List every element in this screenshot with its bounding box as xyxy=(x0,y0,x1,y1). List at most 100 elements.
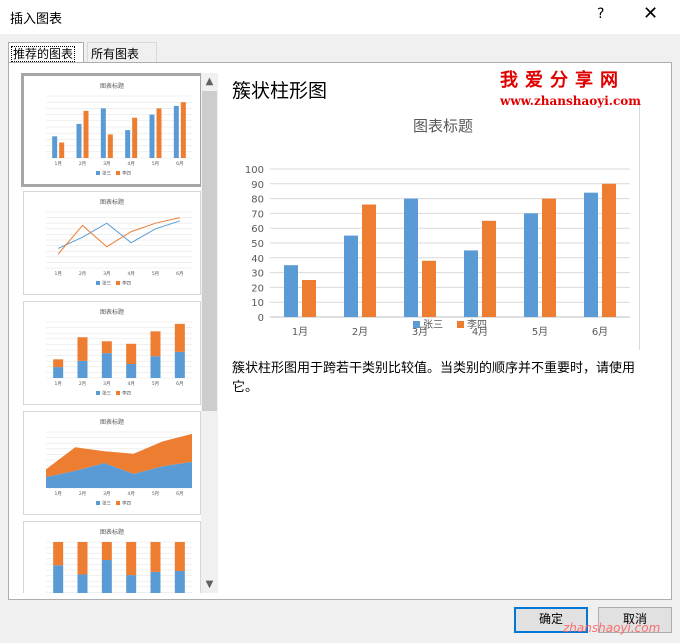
thumbnail-bar xyxy=(126,575,137,593)
thumbnail-bar xyxy=(53,542,64,566)
chart-description: 簇状柱形图用于跨若干类别比较值。当类别的顺序并不重要时，请使用它。 xyxy=(232,361,636,395)
x-tick-label: 5月 xyxy=(532,326,548,338)
bar xyxy=(344,235,358,317)
thumbnail-x-label: 5月 xyxy=(152,381,159,387)
y-tick-label: 70 xyxy=(251,209,264,220)
thumbnail-legend-swatch xyxy=(116,281,120,285)
watermark-url: www.zhanshaoyi.com xyxy=(500,94,641,108)
thumbnail-title: 图表标题 xyxy=(100,418,124,426)
y-tick-label: 10 xyxy=(251,298,264,309)
thumbnail-scrollbar[interactable]: ▲ ▼ xyxy=(201,73,218,593)
thumbnail-legend-swatch xyxy=(96,391,100,395)
thumbnail-x-label: 1月 xyxy=(54,381,61,387)
thumbnail-bar xyxy=(126,364,137,378)
bar xyxy=(524,213,538,317)
bar xyxy=(302,280,316,317)
thumbnail-x-label: 5月 xyxy=(152,491,159,497)
thumbnail-x-label: 5月 xyxy=(152,271,159,277)
thumbnail-bar xyxy=(126,542,137,576)
watermark-logo: 我爱分享网 xyxy=(500,70,625,91)
thumbnail-bar xyxy=(100,108,106,158)
thumbnail-x-label: 5月 xyxy=(152,161,159,167)
legend-swatch xyxy=(457,321,464,328)
thumbnail-chart: 图表标题 1月 2月 3月 4月 5月 6月张三 李四 xyxy=(46,82,192,177)
bar xyxy=(464,250,478,317)
content-panel: 图表标题 1月 2月 3月 4月 5月 6月 张三 李四 图表标题 1月 2月 3月 4月 5月 6月 张三李… xyxy=(8,62,672,600)
tab-recommended-charts[interactable]: 推荐的图表 xyxy=(8,42,84,62)
thumbnail-bar xyxy=(150,356,161,378)
scroll-up-icon[interactable]: ▲ xyxy=(201,73,218,90)
thumbnail-bar xyxy=(150,571,161,593)
thumbnail-legend-label: 张三 xyxy=(102,280,111,287)
thumbnail-bar xyxy=(53,565,64,593)
thumbnail-bar xyxy=(107,134,113,158)
scroll-down-icon[interactable]: ▼ xyxy=(201,576,218,593)
bar xyxy=(584,192,598,317)
y-tick-label: 0 xyxy=(258,313,264,324)
bar xyxy=(422,260,436,317)
bar xyxy=(602,183,616,317)
thumbnail-legend-swatch xyxy=(96,171,100,175)
thumbnail-bar xyxy=(174,351,185,378)
thumbnail-x-label: 6月 xyxy=(176,271,183,277)
thumbnail-bar xyxy=(173,105,179,158)
thumbnail-bar xyxy=(174,323,185,352)
thumbnail-line[interactable]: 图表标题 1月 2月 3月 4月 5月 6月 张三 李四 xyxy=(23,191,201,295)
thumbnail-bar xyxy=(101,560,112,593)
thumbnail-bar xyxy=(101,341,112,354)
title-bar: 插入图表 ? ✕ xyxy=(0,0,680,34)
thumbnail-x-label: 4月 xyxy=(127,271,134,277)
thumbnail-bar xyxy=(149,114,155,158)
thumbnail-clustered-column[interactable]: 图表标题 1月 2月 3月 4月 5月 6月 张三 李四 xyxy=(21,73,203,187)
thumbnail-bar xyxy=(76,123,82,158)
tab-all-charts[interactable]: 所有图表 xyxy=(87,42,157,62)
chart-type-heading: 簇状柱形图 xyxy=(232,80,328,102)
thumbnail-x-label: 3月 xyxy=(103,161,110,167)
thumbnail-legend-label: 李四 xyxy=(122,500,131,507)
thumbnail-bar xyxy=(101,542,112,561)
thumbnail-percent-stacked-column[interactable]: 图表标题1月2月3月4月5月6月张三李四 xyxy=(23,521,201,593)
thumbnail-bar xyxy=(180,102,186,158)
chart-thumbnail-list: 图表标题 1月 2月 3月 4月 5月 6月 张三 李四 图表标题 1月 2月 3月 4月 5月 6月 张三李… xyxy=(19,73,209,593)
thumbnail-title: 图表标题 xyxy=(100,528,124,536)
thumbnail-bar xyxy=(126,343,137,364)
thumbnail-bar xyxy=(132,117,138,158)
y-tick-label: 30 xyxy=(251,269,264,280)
thumbnail-legend-swatch xyxy=(116,501,120,505)
thumbnail-bar xyxy=(59,142,65,158)
thumbnail-legend-swatch xyxy=(96,501,100,505)
thumbnail-legend-swatch xyxy=(116,391,120,395)
thumbnail-x-label: 6月 xyxy=(176,381,183,387)
thumbnail-x-label: 3月 xyxy=(103,491,110,497)
legend-label: 张三 xyxy=(423,319,443,331)
chart-preview: 图表标题 0 10 20 30 40 50 60 70 80 90 100 1月 2月 3月 4月 5月 6月 张三… xyxy=(230,103,640,350)
thumbnail-bar xyxy=(150,542,161,572)
y-tick-label: 100 xyxy=(245,165,264,176)
thumbnail-bar xyxy=(53,359,64,368)
thumbnail-legend-label: 李四 xyxy=(122,280,131,287)
close-button[interactable]: ✕ xyxy=(643,3,658,24)
window-title: 插入图表 xyxy=(10,12,63,27)
bar xyxy=(482,220,496,317)
thumbnail-chart: 图表标题 1月 2月 3月 4月 5月 6月张三 李四 xyxy=(46,308,192,397)
thumbnail-x-label: 6月 xyxy=(176,161,183,167)
x-tick-label: 2月 xyxy=(352,326,368,338)
thumbnail-stacked-area[interactable]: 图表标题 1月 2月 3月 4月 5月 6月 张三 李四 xyxy=(23,411,201,515)
thumbnail-chart: 图表标题 1月 2月 3月 4月 5月 6月张三 李四 xyxy=(46,198,192,287)
thumbnail-legend-label: 张三 xyxy=(102,500,111,507)
thumbnail-x-label: 1月 xyxy=(54,491,61,497)
tab-label: 推荐的图表 xyxy=(10,46,76,62)
thumbnail-bar xyxy=(150,331,161,357)
thumbnail-bar xyxy=(52,136,58,158)
footer-watermark: zhanshaoyi.com xyxy=(563,621,661,635)
bar xyxy=(362,204,376,317)
thumbnail-stacked-column[interactable]: 图表标题 1月 2月 3月 4月 5月 6月 张三 李四 xyxy=(23,301,201,405)
thumbnail-legend-label: 张三 xyxy=(102,170,111,177)
help-button[interactable]: ? xyxy=(597,6,604,22)
thumbnail-legend-label: 张三 xyxy=(102,390,111,397)
thumbnail-title: 图表标题 xyxy=(100,82,124,90)
thumbnail-bar xyxy=(125,130,131,158)
preview-chart: 图表标题01020304050607080901001月 2月 3月 4月 5月 6月张三… xyxy=(245,117,630,338)
scroll-thumb[interactable] xyxy=(202,91,217,411)
thumbnail-title: 图表标题 xyxy=(100,198,124,206)
